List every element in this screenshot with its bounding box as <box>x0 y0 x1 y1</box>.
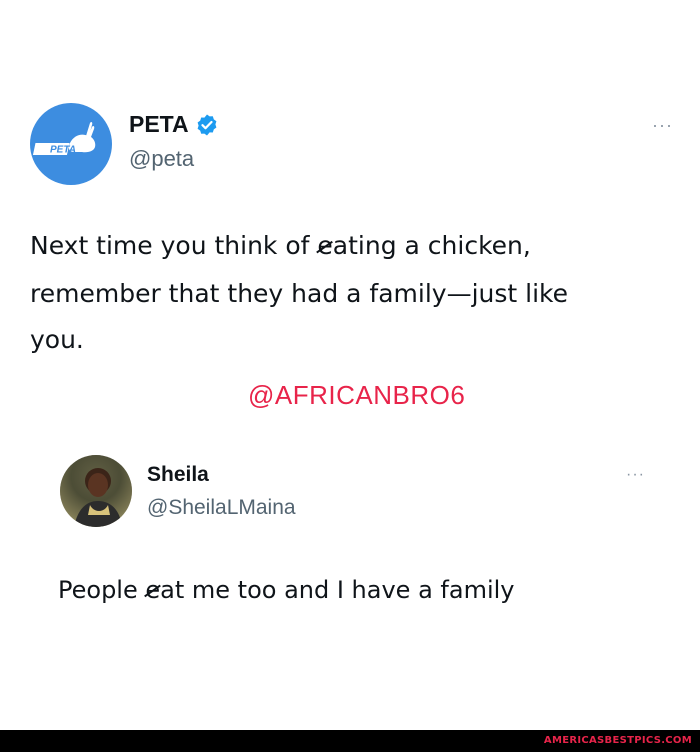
more-options-icon[interactable]: ··· <box>626 466 645 484</box>
tweet-text-line-1: Next time you think of eating a chicken, <box>30 231 531 260</box>
display-name[interactable]: PETA <box>129 111 189 138</box>
sheila-handle[interactable]: @SheilaLMaina <box>147 496 296 520</box>
peta-logo-text: PETA <box>50 145 76 156</box>
footer-site-link[interactable]: AMERICASBESTPICS.COM <box>544 735 692 746</box>
watermark-handle: @AFRICANBRO6 <box>248 380 466 410</box>
sheila-avatar[interactable] <box>60 455 132 527</box>
display-name[interactable]: Sheila <box>147 463 209 487</box>
more-options-icon[interactable]: ··· <box>652 115 673 136</box>
peta-logo-icon: PETA <box>32 121 96 156</box>
tweet-text-line-3: you. <box>30 325 84 354</box>
peta-name-row: PETA <box>129 111 219 138</box>
peta-avatar[interactable]: PETA <box>30 103 112 185</box>
struck-letter: e <box>145 576 161 604</box>
reply-text: People eat me too and I have a family <box>58 576 515 604</box>
sheila-name-row: Sheila <box>147 463 209 487</box>
tweet-text-line-2: remember that they had a family—just lik… <box>30 279 568 308</box>
person-photo-icon <box>60 455 132 527</box>
struck-letter: e <box>317 231 333 260</box>
verified-badge-icon <box>197 114 217 135</box>
footer-bar: AMERICASBESTPICS.COM <box>0 730 700 752</box>
peta-handle[interactable]: @peta <box>129 146 194 172</box>
